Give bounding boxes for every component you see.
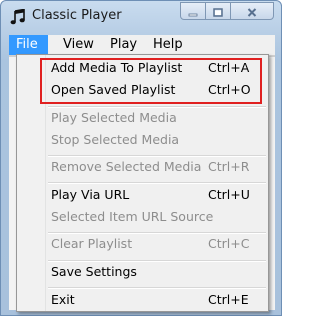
- menu-view[interactable]: View: [56, 35, 101, 55]
- menu-item-label: Stop Selected Media: [51, 132, 180, 147]
- menu-item-exit[interactable]: Exit Ctrl+E: [17, 289, 268, 311]
- close-button[interactable]: [230, 2, 274, 20]
- menu-item-label: Clear Playlist: [51, 236, 133, 251]
- minimize-button[interactable]: [180, 2, 206, 20]
- menu-item-label: Save Settings: [51, 264, 137, 279]
- menu-item-selected-url-source[interactable]: Selected Item URL Source: [17, 206, 268, 228]
- menu-item-label: Play Selected Media: [51, 110, 177, 125]
- annotation-highlight-box: [40, 58, 262, 104]
- menu-item-save-settings[interactable]: Save Settings: [17, 261, 268, 283]
- menu-item-label: Play Via URL: [51, 187, 130, 202]
- menu-item-play-via-url[interactable]: Play Via URL Ctrl+U: [17, 184, 268, 206]
- close-icon: [247, 2, 257, 21]
- menu-item-play-selected[interactable]: Play Selected Media: [17, 107, 268, 129]
- window-title: Classic Player: [32, 8, 122, 23]
- maximize-icon: [213, 2, 223, 21]
- menu-item-label: Remove Selected Media: [51, 159, 202, 174]
- menu-file[interactable]: File: [9, 35, 48, 55]
- menu-item-shortcut: Ctrl+U: [208, 187, 250, 202]
- menu-item-shortcut: Ctrl+E: [208, 292, 249, 307]
- menu-item-clear-playlist[interactable]: Clear Playlist Ctrl+C: [17, 233, 268, 255]
- menu-play[interactable]: Play: [103, 35, 144, 55]
- minimize-icon: [188, 2, 198, 21]
- maximize-button[interactable]: [205, 2, 231, 20]
- menu-item-label: Selected Item URL Source: [51, 209, 214, 224]
- menu-bar: File View Play Help: [9, 35, 275, 56]
- menu-item-label: Exit: [51, 292, 75, 307]
- title-bar[interactable]: Classic Player: [1, 1, 281, 33]
- menu-item-shortcut: Ctrl+R: [208, 159, 250, 174]
- caption-buttons: [180, 2, 274, 20]
- menu-item-remove-selected[interactable]: Remove Selected Media Ctrl+R: [17, 156, 268, 178]
- menu-item-shortcut: Ctrl+C: [208, 236, 250, 251]
- menu-item-stop-selected[interactable]: Stop Selected Media: [17, 129, 268, 151]
- music-note-icon: [10, 8, 26, 25]
- menu-help[interactable]: Help: [146, 35, 190, 55]
